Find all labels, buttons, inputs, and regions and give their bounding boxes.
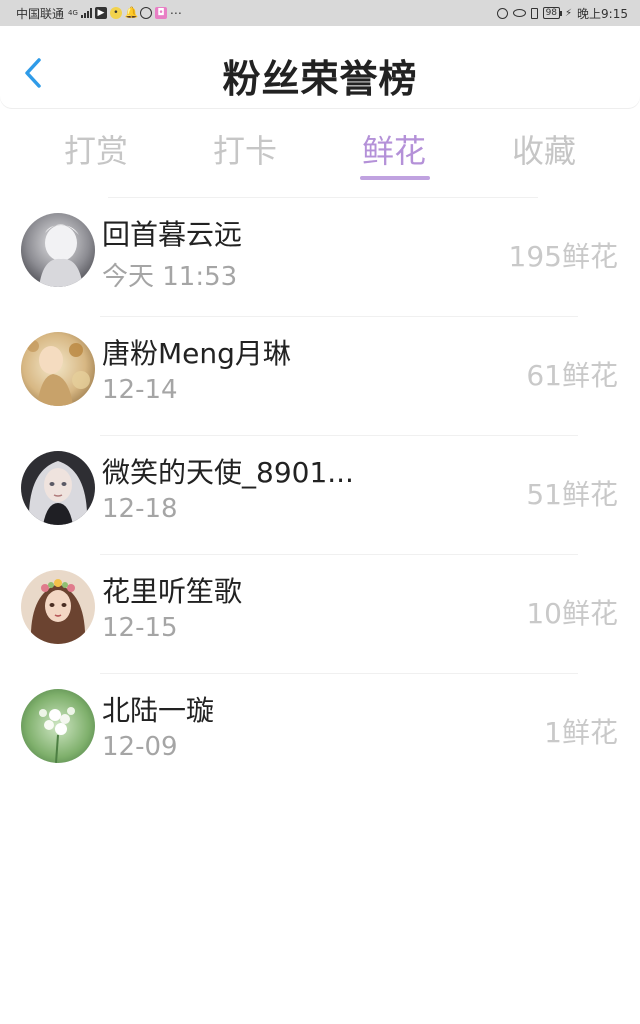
- notification-chat-icon: •: [109, 7, 122, 19]
- page-title: 粉丝荣誉榜: [222, 57, 418, 101]
- vibrate-icon: [530, 7, 538, 19]
- more-notifications-icon: ⋯: [169, 6, 182, 20]
- fan-name: 回首暮云远: [102, 218, 243, 251]
- notification-face-icon: [139, 7, 152, 19]
- fan-name: 花里听笙歌: [102, 575, 243, 608]
- notification-bell-icon: 🔔: [124, 6, 139, 19]
- fan-name: 唐粉Meng月琳: [102, 337, 291, 370]
- header-bar: 粉丝荣誉榜: [0, 26, 640, 108]
- eye-comfort-icon: [512, 9, 526, 17]
- avatar-white-hair-figure-icon[interactable]: [21, 213, 95, 287]
- carrier-label: 中国联通: [16, 6, 65, 21]
- status-right: 98 ⚡ 晚上9:15: [496, 0, 628, 26]
- fan-time: 12-15: [102, 613, 178, 643]
- avatar-flower-crown-girl-icon[interactable]: [21, 570, 95, 644]
- alarm-icon: [496, 7, 508, 19]
- clock: 晚上9:15: [577, 6, 628, 21]
- tab-flowers[interactable]: 鲜花: [334, 126, 454, 172]
- network-type: 4G: [68, 9, 78, 17]
- avatar-white-flowers-icon[interactable]: [21, 689, 95, 763]
- fan-time: 12-18: [102, 494, 178, 524]
- active-tab-indicator: [360, 176, 430, 180]
- battery-level: 98: [545, 8, 558, 18]
- tab-bar: 打赏 打卡 鲜花 收藏: [0, 120, 640, 182]
- list-item[interactable]: 花里听笙歌 12-15 10鲜花: [0, 555, 640, 674]
- status-bar: 中国联通 4G ▶ • 🔔 ◘ ⋯ 98 ⚡ 晚上9:15: [0, 0, 640, 26]
- avatar-silver-hair-girl-icon[interactable]: [21, 451, 95, 525]
- list-item[interactable]: 北陆一璇 12-09 1鲜花: [0, 674, 640, 793]
- fan-name: 微笑的天使_8901...: [102, 456, 354, 489]
- tab-checkin[interactable]: 打卡: [185, 126, 305, 172]
- signal-icon: [80, 8, 92, 18]
- list-item[interactable]: 微笑的天使_8901... 12-18 51鲜花: [0, 436, 640, 555]
- flower-count: 51鲜花: [526, 478, 618, 511]
- list-item[interactable]: 回首暮云远 今天 11:53 195鲜花: [0, 198, 640, 317]
- flower-count: 61鲜花: [526, 359, 618, 392]
- charging-icon: ⚡: [565, 7, 573, 19]
- flower-count: 1鲜花: [544, 716, 618, 749]
- status-left: 中国联通 4G ▶ • 🔔 ◘ ⋯: [16, 0, 182, 26]
- notification-app-icon: ▶: [94, 7, 107, 19]
- flower-count: 195鲜花: [508, 240, 618, 273]
- notification-tv-icon: ◘: [154, 7, 167, 19]
- tab-reward[interactable]: 打赏: [36, 126, 156, 172]
- fan-time: 今天 11:53: [102, 262, 238, 292]
- fan-ranking-list: 回首暮云远 今天 11:53 195鲜花 唐粉Meng月琳 12-14 61鲜花…: [0, 198, 640, 793]
- avatar-autumn-leaves-figure-icon[interactable]: [21, 332, 95, 406]
- flower-count: 10鲜花: [526, 597, 618, 630]
- battery-icon: 98: [542, 7, 563, 19]
- fan-name: 北陆一璇: [102, 694, 215, 727]
- list-item[interactable]: 唐粉Meng月琳 12-14 61鲜花: [0, 317, 640, 436]
- tab-favorites[interactable]: 收藏: [484, 126, 604, 172]
- fan-time: 12-09: [102, 732, 178, 762]
- fan-time: 12-14: [102, 375, 178, 405]
